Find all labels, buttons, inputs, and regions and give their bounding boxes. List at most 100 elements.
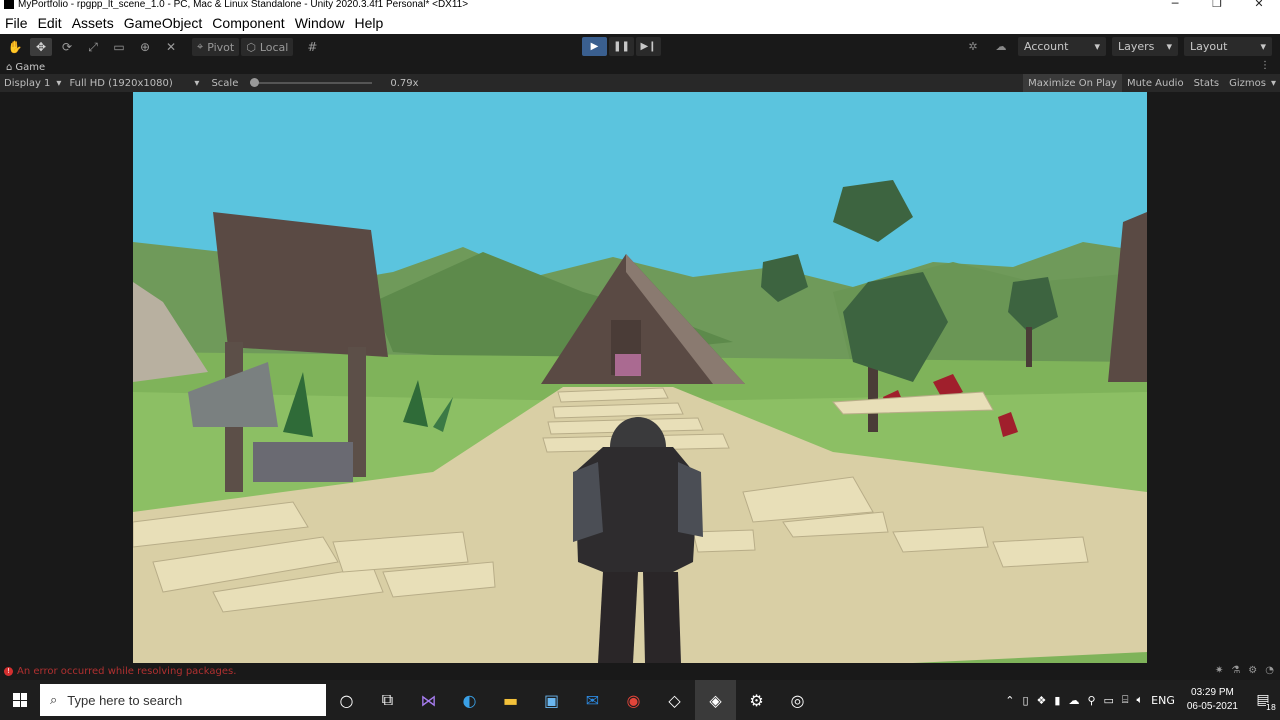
tree-trunk (1026, 327, 1032, 367)
status-message[interactable]: An error occurred while resolving packag… (17, 666, 236, 677)
transform-tool-icon[interactable]: ⊕ (134, 38, 156, 56)
menu-file[interactable]: File (0, 15, 33, 31)
chevron-up-icon[interactable]: ⌃ (1001, 694, 1018, 707)
unity-hub-icon[interactable]: ◇ (654, 680, 695, 720)
maximize-button[interactable]: ❐ (1196, 0, 1238, 9)
status-bar: ! An error occurred while resolving pack… (0, 663, 1280, 680)
error-icon: ! (4, 667, 13, 676)
close-button[interactable]: ✕ (1238, 0, 1280, 9)
hint-icon[interactable]: ✷ (1215, 665, 1223, 676)
game-view (0, 92, 1280, 663)
menu-assets[interactable]: Assets (67, 15, 119, 31)
maximize-on-play-toggle[interactable]: Maximize On Play (1023, 74, 1122, 92)
move-tool-icon[interactable]: ✥ (30, 38, 52, 56)
scale-slider-thumb[interactable] (250, 78, 260, 87)
game-tab-bar: ⌂ Game ⋮ (0, 60, 1280, 74)
step-button[interactable]: ▶❙ (636, 37, 661, 56)
main-toolbar: ✋ ✥ ⟳ ⤢ ▭ ⊕ ✕ ⌖ Pivot ⬡ Local # ▶ ❚❚ ▶❙ … (0, 34, 1280, 60)
tray-app-icon[interactable]: ▯ (1018, 694, 1032, 707)
stats-toggle[interactable]: Stats (1189, 74, 1225, 92)
scale-slider[interactable] (250, 78, 373, 87)
chevron-down-icon: ▾ (1094, 40, 1100, 53)
tray-app-icon[interactable]: ▮ (1050, 694, 1064, 707)
unity-logo-icon (4, 0, 14, 9)
dropbox-icon[interactable]: ❖ (1033, 694, 1051, 707)
menu-window[interactable]: Window (290, 15, 350, 31)
chevron-down-icon: ▾ (1166, 40, 1172, 53)
settings-icon[interactable]: ⚙ (1248, 665, 1257, 676)
local-button[interactable]: ⬡ Local (241, 38, 294, 56)
debugger-icon[interactable]: ⚗ (1231, 665, 1240, 676)
tab-game-label: Game (15, 61, 46, 73)
collab-icon[interactable]: ✲ (962, 37, 984, 56)
layers-dropdown[interactable]: Layers ▾ (1112, 37, 1178, 56)
custom-tool-icon[interactable]: ✕ (160, 38, 182, 56)
pivot-button[interactable]: ⌖ Pivot (192, 38, 240, 56)
account-dropdown[interactable]: Account ▾ (1018, 37, 1106, 56)
progress-icon[interactable]: ◔ (1265, 665, 1274, 676)
local-icon: ⬡ (246, 40, 256, 54)
resolution-dropdown[interactable]: Full HD (1920x1080) ▾ (65, 78, 203, 89)
notification-center-icon[interactable]: ▤ 18 (1246, 680, 1280, 720)
clock[interactable]: 03:29 PM 06-05-2021 (1179, 686, 1246, 714)
chevron-down-icon: ▾ (1260, 40, 1266, 53)
taskbar-search[interactable]: ⌕ Type here to search (40, 684, 326, 716)
battery-icon[interactable]: ▭ (1100, 694, 1118, 707)
volume-icon[interactable]: 🔈︎ (1133, 693, 1148, 707)
cortana-icon[interactable]: ○ (326, 680, 367, 720)
play-button[interactable]: ▶ (582, 37, 607, 56)
resolution-label: Full HD (1920x1080) (69, 77, 173, 89)
windows-logo-icon (13, 693, 27, 707)
layout-dropdown[interactable]: Layout ▾ (1184, 37, 1272, 56)
rect-tool-icon[interactable]: ▭ (108, 38, 130, 56)
display-dropdown[interactable]: Display 1 ▾ (0, 78, 65, 89)
quest-marker (615, 354, 641, 376)
language-indicator[interactable]: ENG (1147, 694, 1179, 707)
menu-edit[interactable]: Edit (33, 15, 67, 31)
game-viewport[interactable] (133, 92, 1147, 663)
search-icon: ⌕ (50, 692, 58, 707)
chrome-icon[interactable]: ◉ (613, 680, 654, 720)
scale-tool-icon[interactable]: ⤢ (82, 38, 104, 56)
microsoft-store-icon[interactable]: ▣ (531, 680, 572, 720)
settings-gear-icon[interactable]: ⚙ (736, 680, 777, 720)
gizmos-dropdown[interactable]: Gizmos (1224, 74, 1271, 92)
menu-bar: File Edit Assets GameObject Component Wi… (0, 12, 1280, 34)
well-roof (213, 212, 388, 357)
edge-browser-icon[interactable]: ◐ (449, 680, 490, 720)
toolbar-right: ✲ ☁ Account ▾ Layers ▾ Layout ▾ (962, 37, 1272, 56)
microphone-icon[interactable]: ⚲ (1083, 694, 1099, 707)
system-tray: ⌃ ▯ ❖ ▮ ☁ ⚲ ▭ ⌸ 🔈︎ ENG 03:29 PM 06-05-20… (1001, 680, 1280, 720)
account-label: Account (1024, 40, 1069, 53)
onedrive-icon[interactable]: ☁ (1064, 694, 1083, 707)
menu-component[interactable]: Component (207, 15, 289, 31)
unity-editor-icon[interactable]: ◈ (695, 680, 736, 720)
tab-options-icon[interactable]: ⋮ (1260, 60, 1270, 71)
scale-value: 0.79x (390, 77, 419, 89)
search-placeholder: Type here to search (67, 692, 183, 708)
start-button[interactable] (0, 680, 40, 720)
cloud-icon[interactable]: ☁ (990, 37, 1012, 56)
clock-time: 03:29 PM (1191, 687, 1234, 698)
minimize-button[interactable]: ─ (1154, 0, 1196, 9)
file-explorer-icon[interactable]: ▬ (490, 680, 531, 720)
mute-audio-toggle[interactable]: Mute Audio (1122, 74, 1189, 92)
local-label: Local (259, 40, 289, 54)
scale-label: Scale (211, 77, 239, 89)
pivot-icon: ⌖ (197, 40, 204, 53)
tab-game[interactable]: ⌂ Game (0, 62, 45, 73)
menu-help[interactable]: Help (349, 15, 388, 31)
layers-label: Layers (1118, 40, 1155, 53)
menu-gameobject[interactable]: GameObject (119, 15, 208, 31)
task-view-icon[interactable]: ⧉ (367, 680, 408, 720)
window-title: MyPortfolio - rpgpp_lt_scene_1.0 - PC, M… (18, 0, 469, 9)
network-icon[interactable]: ⌸ (1118, 693, 1133, 707)
hand-tool-icon[interactable]: ✋ (4, 38, 26, 56)
pause-button[interactable]: ❚❚ (609, 37, 634, 56)
obs-icon[interactable]: ◎ (777, 680, 818, 720)
mail-icon[interactable]: ✉ (572, 680, 613, 720)
visual-studio-icon[interactable]: ⋈ (408, 680, 449, 720)
rotate-tool-icon[interactable]: ⟳ (56, 38, 78, 56)
layout-label: Layout (1190, 40, 1228, 53)
grid-snap-icon[interactable]: # (301, 38, 323, 56)
